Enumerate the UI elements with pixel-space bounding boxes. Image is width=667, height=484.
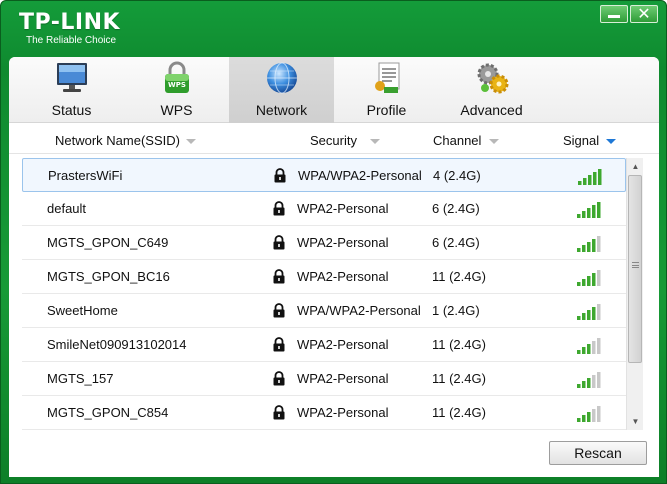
network-channel: 6 (2.4G) <box>432 201 480 216</box>
window-controls: ✕ <box>600 5 658 23</box>
sort-arrow-icon <box>370 139 380 144</box>
network-row[interactable]: MGTS_GPON_C649 WPA2-Personal 6 (2.4G) <box>22 226 626 260</box>
tab-profile[interactable]: Profile <box>334 57 439 123</box>
network-security: WPA/WPA2-Personal <box>298 168 422 183</box>
network-channel: 11 (2.4G) <box>432 269 486 284</box>
network-security: WPA/WPA2-Personal <box>297 303 421 318</box>
network-row[interactable]: MGTS_GPON_BC16 WPA2-Personal 11 (2.4G) <box>22 260 626 294</box>
scroll-up-icon[interactable]: ▲ <box>627 158 644 175</box>
network-ssid: PrastersWiFi <box>48 168 123 183</box>
gears-icon <box>477 63 509 94</box>
network-list: PrastersWiFi WPA/WPA2-Personal 4 (2.4G) def… <box>22 158 626 430</box>
signal-strength-icon <box>577 338 601 354</box>
network-security: WPA2-Personal <box>297 337 389 352</box>
close-button[interactable]: ✕ <box>630 5 658 23</box>
minimize-icon <box>608 14 620 18</box>
network-row[interactable]: SmileNet090913102014 WPA2-Personal 11 (2.4… <box>22 328 626 362</box>
minimize-button[interactable] <box>600 5 628 23</box>
network-channel: 11 (2.4G) <box>432 337 486 352</box>
tab-bar: Status WPS WPS Network Profile Advanced <box>9 57 659 123</box>
scroll-thumb[interactable] <box>628 175 642 363</box>
tab-label: WPS <box>160 102 193 118</box>
network-channel: 11 (2.4G) <box>432 405 486 420</box>
rescan-button[interactable]: Rescan <box>549 441 647 465</box>
app-window: TP-LINK The Reliable Choice ✕ Status WPS… <box>0 0 667 484</box>
network-security: WPA2-Personal <box>297 371 389 386</box>
network-channel: 6 (2.4G) <box>432 235 480 250</box>
lock-icon <box>273 337 285 352</box>
network-ssid: default <box>47 201 87 216</box>
network-ssid: MGTS_GPON_C854 <box>47 405 169 420</box>
lock-icon <box>273 269 285 284</box>
network-row[interactable]: default WPA2-Personal 6 (2.4G) <box>22 192 626 226</box>
signal-strength-icon <box>577 270 601 286</box>
close-icon: ✕ <box>637 4 651 23</box>
signal-strength-icon <box>578 169 602 185</box>
brand-tagline: The Reliable Choice <box>26 35 117 46</box>
network-list-header: Network Name(SSID) Security Channel Sign… <box>9 124 659 154</box>
tab-status[interactable]: Status <box>19 57 124 123</box>
network-security: WPA2-Personal <box>297 201 389 216</box>
lock-icon <box>273 303 285 318</box>
tp-link-logo: TP-LINK The Reliable Choice <box>19 10 121 47</box>
network-ssid: MGTS_GPON_C649 <box>47 235 169 250</box>
network-ssid: SmileNet090913102014 <box>47 337 187 352</box>
lock-icon <box>273 201 285 216</box>
signal-strength-icon <box>577 304 601 320</box>
grip-icon <box>632 262 639 268</box>
network-ssid: MGTS_GPON_BC16 <box>47 269 170 284</box>
network-ssid: SweetHome <box>47 303 118 318</box>
lock-icon <box>274 168 286 183</box>
signal-strength-icon <box>577 236 601 252</box>
main-panel: Status WPS WPS Network Profile Advanced … <box>9 57 659 477</box>
column-header-ssid[interactable]: Network Name(SSID) <box>55 133 180 149</box>
tab-label: Network <box>255 102 308 118</box>
tab-advanced[interactable]: Advanced <box>439 57 544 123</box>
network-channel: 1 (2.4G) <box>432 303 480 318</box>
signal-strength-icon <box>577 406 601 422</box>
network-row[interactable]: SweetHome WPA/WPA2-Personal 1 (2.4G) <box>22 294 626 328</box>
svg-text:WPS: WPS <box>168 81 186 89</box>
network-row[interactable]: MGTS_GPON_C854 WPA2-Personal 11 (2.4G) <box>22 396 626 430</box>
brand-name: TP-LINK <box>19 10 121 35</box>
network-security: WPA2-Personal <box>297 235 389 250</box>
wps-lock-icon: WPS <box>165 61 189 93</box>
network-security: WPA2-Personal <box>297 269 389 284</box>
column-header-channel[interactable]: Channel <box>433 133 481 149</box>
lock-icon <box>273 371 285 386</box>
lock-icon <box>273 405 285 420</box>
tab-network[interactable]: Network <box>229 57 334 123</box>
sort-arrow-icon <box>489 139 499 144</box>
document-icon <box>375 62 400 93</box>
list-scrollbar[interactable]: ▲ ▼ <box>626 158 643 430</box>
sort-arrow-icon-active <box>606 139 616 144</box>
lock-icon <box>273 235 285 250</box>
scroll-down-icon[interactable]: ▼ <box>627 413 644 430</box>
network-ssid: MGTS_157 <box>47 371 114 386</box>
network-row[interactable]: MGTS_157 WPA2-Personal 11 (2.4G) <box>22 362 626 396</box>
signal-strength-icon <box>577 202 601 218</box>
sort-arrow-icon <box>186 139 196 144</box>
column-header-signal[interactable]: Signal <box>563 133 599 149</box>
network-channel: 11 (2.4G) <box>432 371 486 386</box>
tab-label: Profile <box>366 102 407 118</box>
network-security: WPA2-Personal <box>297 405 389 420</box>
network-row[interactable]: PrastersWiFi WPA/WPA2-Personal 4 (2.4G) <box>22 158 626 192</box>
column-header-security[interactable]: Security <box>310 133 357 149</box>
globe-icon <box>267 62 297 94</box>
tab-label: Advanced <box>460 102 523 118</box>
network-channel: 4 (2.4G) <box>433 168 481 183</box>
tab-label: Status <box>51 102 92 118</box>
signal-strength-icon <box>577 372 601 388</box>
tab-wps[interactable]: WPS WPS <box>124 57 229 123</box>
monitor-icon <box>57 63 87 92</box>
